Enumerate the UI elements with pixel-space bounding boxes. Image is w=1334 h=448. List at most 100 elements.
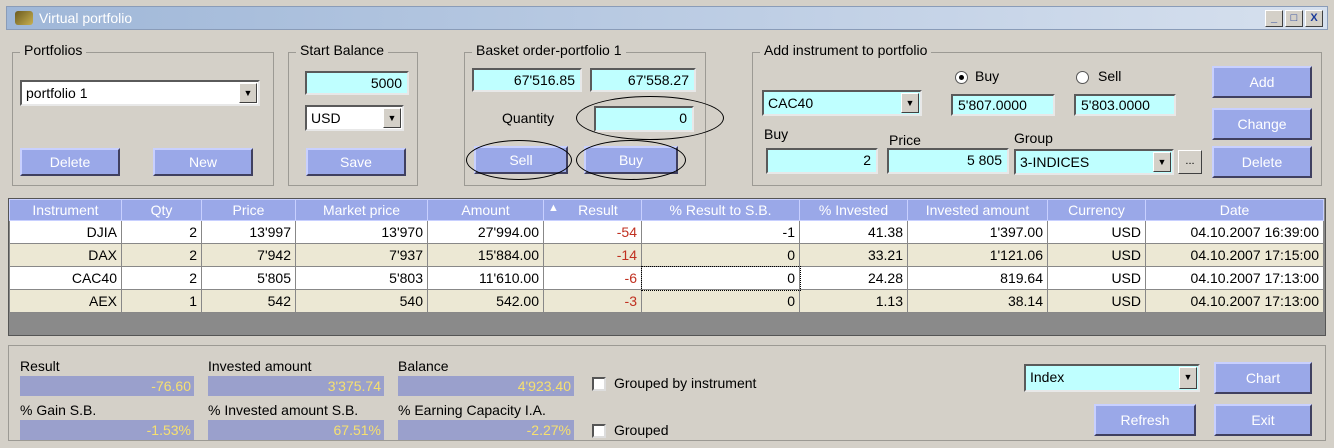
- portfolios-legend: Portfolios: [20, 42, 87, 58]
- column-header-label: Instrument: [32, 202, 99, 218]
- chevron-down-icon[interactable]: ▼: [239, 83, 257, 103]
- portfolio-select[interactable]: portfolio 1 ▼: [20, 80, 260, 106]
- minimize-button[interactable]: _: [1265, 10, 1283, 27]
- chevron-down-icon[interactable]: ▼: [383, 108, 401, 128]
- table-row[interactable]: DAX 2 7'942 7'937 15'884.00 -14 0 33.21 1'121.06…: [9, 243, 1324, 267]
- group-label: Group: [1014, 130, 1053, 146]
- table-header-row: Instrument Qty Price Market price Amount ▲ Res…: [9, 199, 1324, 221]
- price-label: Price: [889, 132, 921, 148]
- chart-type-select[interactable]: Index ▼: [1024, 364, 1200, 392]
- grouped-by-instrument-label: Grouped by instrument: [614, 375, 757, 391]
- basket-quantity-input[interactable]: 0: [594, 106, 694, 132]
- result-value: -76.60: [20, 376, 194, 396]
- chart-button[interactable]: Chart: [1214, 362, 1312, 394]
- column-header[interactable]: Price: [201, 199, 296, 221]
- delete-portfolio-button[interactable]: Delete: [20, 148, 120, 176]
- table-row[interactable]: CAC40 2 5'805 5'803 11'610.00 -6 0 24.28 819.64 U…: [9, 265, 1324, 291]
- table-cell: 0: [640, 265, 801, 291]
- basket-value-1: 67'516.85: [472, 68, 582, 92]
- sell-radio[interactable]: [1076, 71, 1089, 84]
- earning-capacity-label: % Earning Capacity I.A.: [398, 402, 546, 418]
- table-cell: 5'803: [295, 266, 428, 290]
- table-row[interactable]: AEX 1 542 540 542.00 -3 0 1.13 38.14 USD 04.10.200…: [9, 289, 1324, 313]
- column-header[interactable]: Amount: [427, 199, 544, 221]
- balance-value: 4'923.40: [398, 376, 574, 396]
- invested-sb-value: 67.51%: [208, 420, 384, 440]
- basket-order-legend: Basket order-portfolio 1: [472, 42, 626, 58]
- column-header[interactable]: Qty: [121, 199, 202, 221]
- chevron-down-icon[interactable]: ▼: [1179, 367, 1197, 389]
- column-header-label: Currency: [1068, 202, 1125, 218]
- grouped-label: Grouped: [614, 422, 669, 438]
- table-cell: 04.10.2007 16:39:00: [1145, 220, 1324, 244]
- column-header-label: Price: [232, 202, 265, 218]
- currency-select[interactable]: USD ▼: [305, 105, 404, 131]
- column-header[interactable]: Market price: [295, 199, 428, 221]
- column-header[interactable]: % Result to S.B.: [641, 199, 800, 221]
- column-header-label: Date: [1219, 202, 1250, 218]
- table-cell: 04.10.2007 17:13:00: [1145, 289, 1324, 313]
- column-header[interactable]: % Invested: [799, 199, 908, 221]
- change-instrument-button[interactable]: Change: [1212, 108, 1312, 140]
- table-cell: -3: [543, 289, 642, 313]
- basket-buy-button[interactable]: Buy: [584, 146, 678, 174]
- exit-button[interactable]: Exit: [1214, 404, 1312, 436]
- table-cell: 7'942: [201, 243, 296, 267]
- table-cell: -14: [543, 243, 642, 267]
- portfolio-table[interactable]: Instrument Qty Price Market price Amount ▲ Res…: [8, 198, 1326, 336]
- column-header-label: Qty: [150, 202, 173, 218]
- table-cell: 1'397.00: [907, 220, 1048, 244]
- save-balance-button[interactable]: Save: [306, 148, 406, 176]
- table-cell: CAC40: [9, 266, 122, 290]
- maximize-button[interactable]: □: [1285, 10, 1303, 27]
- table-cell: USD: [1047, 243, 1146, 267]
- sell-radio-label: Sell: [1098, 68, 1122, 84]
- column-header[interactable]: Instrument: [9, 199, 122, 221]
- buy-price-display: 5'807.0000: [951, 94, 1055, 116]
- group-browse-button[interactable]: ...: [1178, 150, 1202, 174]
- table-cell: 1.13: [799, 289, 908, 313]
- column-header-label: % Invested: [818, 202, 889, 218]
- table-cell: USD: [1047, 220, 1146, 244]
- table-cell: 27'994.00: [427, 220, 544, 244]
- table-cell: 542.00: [427, 289, 544, 313]
- virtual-portfolio-window: Virtual portfolio _ □ X Portfolios portf…: [0, 0, 1334, 448]
- start-balance-input[interactable]: 5000: [305, 71, 409, 95]
- table-cell: DJIA: [9, 220, 122, 244]
- table-cell: DAX: [9, 243, 122, 267]
- basket-sell-button[interactable]: Sell: [474, 146, 568, 174]
- grouped-checkbox[interactable]: [592, 424, 606, 438]
- invested-amount-value: 3'375.74: [208, 376, 384, 396]
- grouped-by-instrument-checkbox[interactable]: [592, 377, 606, 391]
- instrument-select[interactable]: CAC40 ▼: [762, 90, 922, 116]
- new-portfolio-button[interactable]: New: [153, 148, 253, 176]
- buy-qty-label: Buy: [764, 126, 789, 142]
- table-cell: 540: [295, 289, 428, 313]
- refresh-button[interactable]: Refresh: [1094, 404, 1196, 436]
- column-header[interactable]: ▲ Result: [543, 199, 642, 221]
- quantity-label: Quantity: [502, 110, 555, 126]
- add-instrument-button[interactable]: Add: [1212, 66, 1312, 98]
- price-input[interactable]: 5 805: [887, 148, 1009, 174]
- group-select-value: 3-INDICES: [1020, 154, 1090, 170]
- earning-capacity-value: -2.27%: [398, 420, 574, 440]
- chevron-down-icon[interactable]: ▼: [1153, 152, 1171, 172]
- delete-instrument-button[interactable]: Delete: [1212, 146, 1312, 178]
- invested-sb-label: % Invested amount S.B.: [208, 402, 359, 418]
- column-header[interactable]: Invested amount: [907, 199, 1048, 221]
- window-title: Virtual portfolio: [39, 10, 133, 26]
- column-header[interactable]: Date: [1145, 199, 1324, 221]
- table-cell: -6: [543, 266, 642, 290]
- instrument-select-value: CAC40: [768, 95, 814, 111]
- buy-radio[interactable]: [955, 71, 968, 84]
- group-select[interactable]: 3-INDICES ▼: [1014, 149, 1174, 175]
- chevron-down-icon[interactable]: ▼: [901, 93, 919, 113]
- column-header-label: % Result to S.B.: [669, 202, 772, 218]
- buy-quantity-input[interactable]: 2: [766, 148, 878, 174]
- close-button[interactable]: X: [1305, 10, 1323, 27]
- table-cell: 11'610.00: [427, 266, 544, 290]
- title-bar[interactable]: Virtual portfolio _ □ X: [6, 6, 1328, 30]
- column-header[interactable]: Currency: [1047, 199, 1146, 221]
- table-cell: 13'997: [201, 220, 296, 244]
- table-row[interactable]: DJIA 2 13'997 13'970 27'994.00 -54 -1 41.38 1'39…: [9, 220, 1324, 244]
